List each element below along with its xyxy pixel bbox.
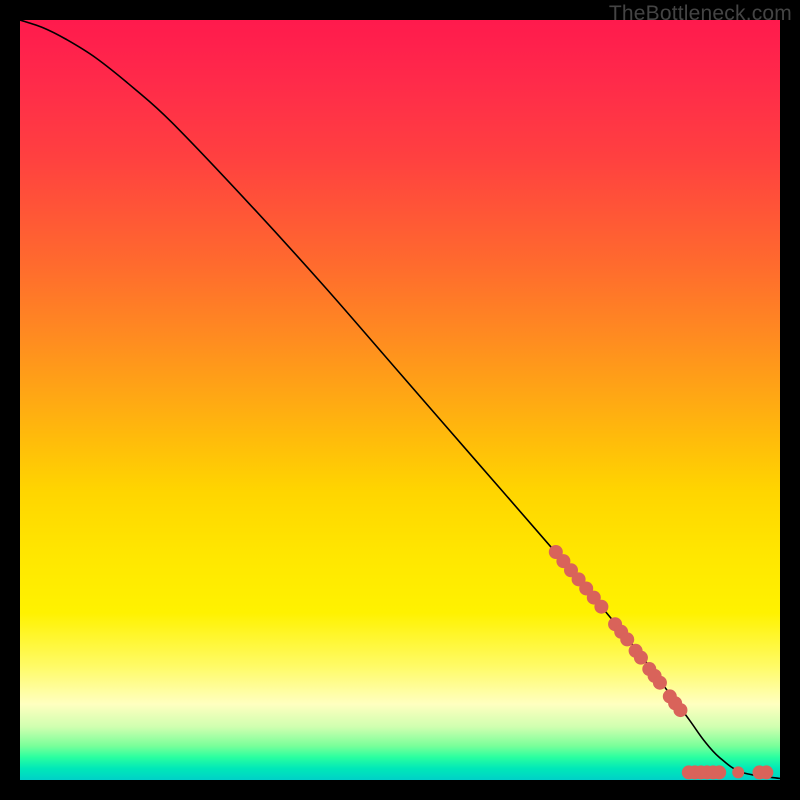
plot-area <box>20 20 780 780</box>
watermark-text: TheBottleneck.com <box>609 2 792 26</box>
data-point <box>732 766 744 778</box>
chart-overlay-svg <box>20 20 780 780</box>
scatter-dots <box>549 545 774 779</box>
data-point <box>653 676 667 690</box>
data-point <box>634 651 648 665</box>
data-point <box>673 703 687 717</box>
data-point <box>712 765 726 779</box>
data-point <box>759 765 773 779</box>
chart-frame: TheBottleneck.com <box>0 0 800 800</box>
curve-line <box>20 20 780 778</box>
data-point <box>594 600 608 614</box>
data-point <box>620 632 634 646</box>
